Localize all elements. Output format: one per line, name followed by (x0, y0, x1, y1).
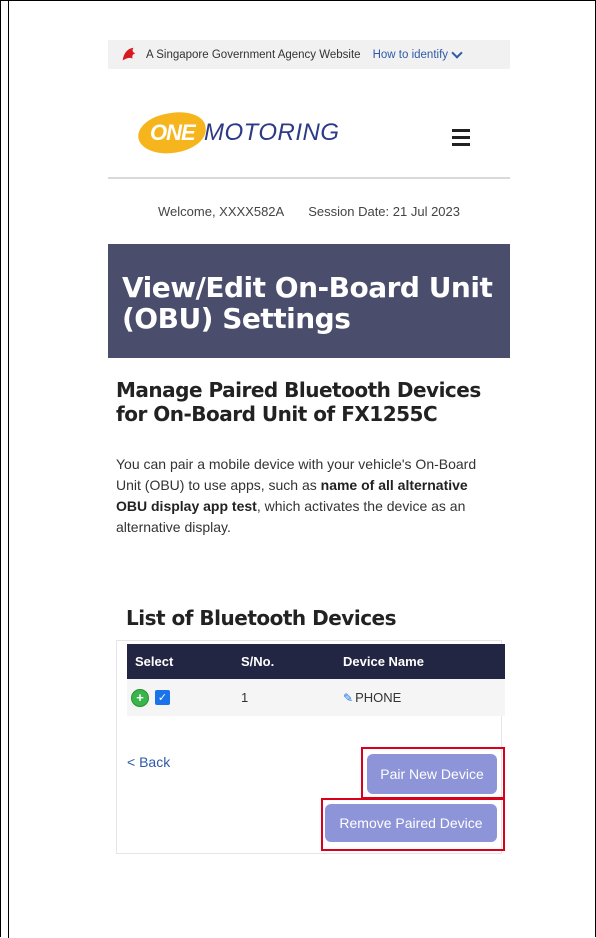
how-to-identify-label: How to identify (372, 48, 449, 61)
lion-head-icon (122, 47, 136, 60)
how-to-identify-link[interactable]: How to identify (372, 46, 463, 61)
logo-one-text: ONE (149, 120, 195, 145)
device-panel: Select S/No. Device Name + ✓ 1 ✎ PHONE < B… (116, 640, 505, 854)
row-select-checkbox[interactable]: ✓ (155, 690, 170, 705)
expand-plus-icon[interactable]: + (131, 688, 149, 707)
site-header: ONE MOTORING (108, 69, 510, 179)
welcome-bar: Welcome, XXXX582A Session Date: 21 Jul 2… (108, 179, 510, 244)
page-title: View/Edit On-Board Unit (OBU) Settings (122, 271, 493, 335)
onemotoring-logo[interactable]: ONE MOTORING (135, 108, 340, 158)
page-title-bar: View/Edit On-Board Unit (OBU) Settings (108, 244, 510, 358)
chevron-down-icon (451, 46, 463, 59)
table-header-row: Select S/No. Device Name (127, 644, 505, 679)
device-name: PHONE (355, 690, 402, 705)
gov-banner: A Singapore Government Agency Website Ho… (108, 40, 510, 69)
section-subtitle: Manage Paired Bluetooth Devices for On-B… (116, 378, 481, 426)
table-row: + ✓ 1 ✎ PHONE (127, 679, 505, 716)
sno-cell: 1 (233, 679, 335, 716)
column-header-device-name: Device Name (335, 644, 505, 679)
device-table: Select S/No. Device Name + ✓ 1 ✎ PHONE (127, 644, 505, 716)
gov-banner-text: A Singapore Government Agency Website (146, 48, 361, 61)
column-header-sno: S/No. (233, 644, 335, 679)
column-header-select: Select (127, 644, 233, 679)
select-cell: + ✓ (127, 679, 233, 716)
logo-badge: ONE (135, 108, 209, 158)
edit-icon[interactable]: ✎ (343, 691, 353, 705)
session-date: Session Date: 21 Jul 2023 (308, 204, 460, 219)
hamburger-menu-icon[interactable] (452, 129, 470, 150)
device-name-cell[interactable]: ✎ PHONE (335, 679, 505, 716)
welcome-user: Welcome, XXXX582A (158, 204, 285, 219)
device-list-title: List of Bluetooth Devices (126, 606, 397, 630)
logo-motoring-text: MOTORING (204, 119, 340, 146)
description: You can pair a mobile device with your v… (116, 454, 502, 538)
frame-divider (8, 0, 9, 938)
back-link[interactable]: < Back (127, 754, 170, 770)
pair-button-highlight-box (361, 747, 505, 799)
mobile-page: A Singapore Government Agency Website Ho… (108, 40, 510, 854)
remove-button-highlight-box (321, 798, 505, 851)
